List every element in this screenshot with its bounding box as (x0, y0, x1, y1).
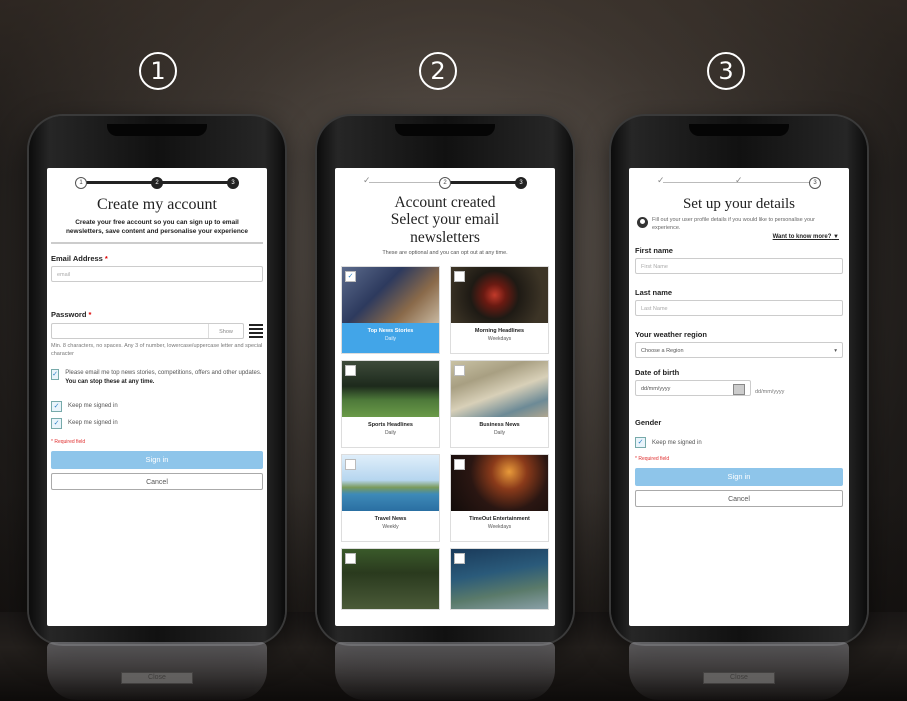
newsletter-tile-business[interactable]: Business News Daily (450, 359, 549, 448)
newsletter-tile-nature[interactable] (341, 547, 440, 610)
page-title: Set up your details (682, 196, 796, 212)
last-name-field[interactable]: Last Name (635, 300, 843, 317)
required-note: * Required field (51, 438, 86, 445)
progress-line (369, 182, 445, 183)
caret-down-icon: ▼ (833, 234, 839, 241)
menu-icon[interactable] (249, 322, 263, 340)
password-field[interactable]: Show (51, 323, 244, 340)
screen-create-account: 1 2 3 Create my account Create your free… (47, 168, 267, 626)
step-complete-check-icon: ✓ (735, 175, 743, 185)
checkbox-icon[interactable] (345, 364, 356, 376)
checkbox-checked-icon[interactable]: ✓ (51, 400, 62, 412)
newsletter-image (451, 454, 548, 511)
phone-reflection: Close (47, 642, 267, 700)
page-subtitle: Create your free account so you can sign… (65, 219, 249, 236)
divider (51, 242, 263, 245)
weather-region-select[interactable]: Choose a Region ▾ (635, 342, 843, 359)
first-name-label: First name (635, 246, 673, 256)
phone-create-account: 1 2 3 Create my account Create your free… (29, 116, 285, 644)
checkbox-icon[interactable] (454, 270, 465, 282)
gender-label: Gender (635, 418, 662, 428)
password-label: Password * (51, 310, 92, 320)
phone-notch (395, 124, 495, 136)
last-name-label: Last name (635, 288, 673, 298)
newsletter-image (451, 266, 548, 323)
phone-select-newsletters: ✓ 2 3 Account created Select your email … (317, 116, 573, 644)
keep-signed-in-row-2[interactable]: ✓ Keep me signed in (51, 417, 263, 429)
checkbox-checked-icon[interactable]: ✓ (51, 417, 62, 429)
newsletter-image (451, 360, 548, 417)
checkbox-checked-icon[interactable]: ✓ (635, 437, 646, 449)
newsletter-tile-coast[interactable] (450, 547, 549, 610)
screen-set-up-details: ✓ ✓ 3 Set up your details Fill out your … (629, 168, 849, 626)
sign-in-button[interactable]: Sign in (635, 468, 843, 487)
weather-region-label: Your weather region (635, 330, 707, 340)
cancel-button[interactable]: Cancel (635, 490, 843, 508)
progress-stepper: ✓ ✓ 3 (657, 174, 821, 192)
dropdown-arrow-icon: ▾ (834, 348, 837, 355)
checkbox-icon[interactable] (454, 364, 465, 376)
keep-signed-in-row[interactable]: ✓ Keep me signed in (635, 437, 843, 449)
page-title: Create my account (97, 196, 217, 213)
newsletter-tile-morning-headlines[interactable]: Morning Headlines Weekdays (450, 265, 549, 354)
progress-stepper: 1 2 3 (75, 174, 239, 192)
date-format-hint: dd/mm/yyyy (755, 388, 785, 395)
profile-info: Fill out your user profile details if yo… (637, 217, 841, 232)
phone-set-up-details: ✓ ✓ 3 Set up your details Fill out your … (611, 116, 867, 644)
phone-notch (107, 124, 207, 136)
avatar-icon (637, 217, 648, 228)
progress-step-2: 2 (151, 177, 163, 189)
page-subtitle: These are optional and you can opt out a… (382, 250, 508, 257)
keep-signed-in-row-1[interactable]: ✓ Keep me signed in (51, 400, 263, 412)
calendar-icon[interactable] (733, 384, 745, 396)
newsletter-tile-sports[interactable]: Sports Headlines Daily (341, 359, 440, 448)
email-label: Email Address * (51, 254, 108, 264)
newsletter-image (342, 454, 439, 511)
step-complete-check-icon: ✓ (657, 175, 665, 185)
screen-select-newsletters: ✓ 2 3 Account created Select your email … (335, 168, 555, 626)
step-complete-check-icon: ✓ (363, 175, 371, 185)
required-note: * Required field (635, 456, 670, 463)
date-of-birth-label: Date of birth (635, 368, 680, 378)
newsletter-grid: ✓ Top News Stories Daily Morning Headline… (335, 265, 555, 610)
sign-in-button[interactable]: Sign in (51, 450, 263, 469)
page-title: Account created Select your email newsle… (390, 194, 500, 246)
progress-step-3: 3 (515, 177, 527, 189)
marketing-consent[interactable]: ✓ Please email me top news stories, comp… (51, 368, 263, 387)
progress-step-2: 2 (439, 177, 451, 189)
newsletter-tile-travel[interactable]: Travel News Weekly (341, 453, 440, 542)
newsletter-tile-top-news[interactable]: ✓ Top News Stories Daily (341, 265, 440, 354)
progress-step-1: 1 (75, 177, 87, 189)
newsletter-image (342, 360, 439, 417)
first-name-field[interactable]: First Name (635, 258, 843, 275)
email-field[interactable]: email (51, 266, 263, 283)
date-of-birth-field[interactable]: dd/mm/yyyy (635, 380, 751, 397)
phone-reflection: Close (629, 642, 849, 700)
checkbox-icon[interactable] (345, 458, 356, 470)
progress-step-3: 3 (809, 177, 821, 189)
step-number-2: 2 (419, 52, 457, 90)
newsletter-image (451, 548, 548, 609)
cancel-button[interactable]: Cancel (51, 472, 263, 490)
phone-notch (689, 124, 789, 136)
step-number-3: 3 (707, 52, 745, 90)
phone-reflection (335, 642, 555, 700)
newsletter-image (342, 548, 439, 609)
checkbox-icon[interactable] (454, 458, 465, 470)
checkbox-checked-icon[interactable]: ✓ (51, 368, 60, 380)
newsletter-tile-timeout[interactable]: TimeOut Entertainment Weekdays (450, 453, 549, 542)
show-password-button[interactable]: Show (208, 324, 243, 339)
want-to-know-more-link[interactable]: Want to know more? ▼ (635, 234, 839, 240)
checkbox-icon[interactable] (454, 552, 465, 564)
newsletter-image (342, 266, 439, 323)
progress-line-active (445, 181, 521, 184)
password-hint: Min. 8 characters, no spaces. Any 3 of n… (51, 343, 263, 357)
checkbox-checked-icon[interactable]: ✓ (345, 270, 356, 282)
progress-step-3: 3 (227, 177, 239, 189)
step-number-1: 1 (139, 52, 177, 90)
progress-stepper: ✓ 2 3 (363, 174, 527, 192)
checkbox-icon[interactable] (345, 552, 356, 564)
